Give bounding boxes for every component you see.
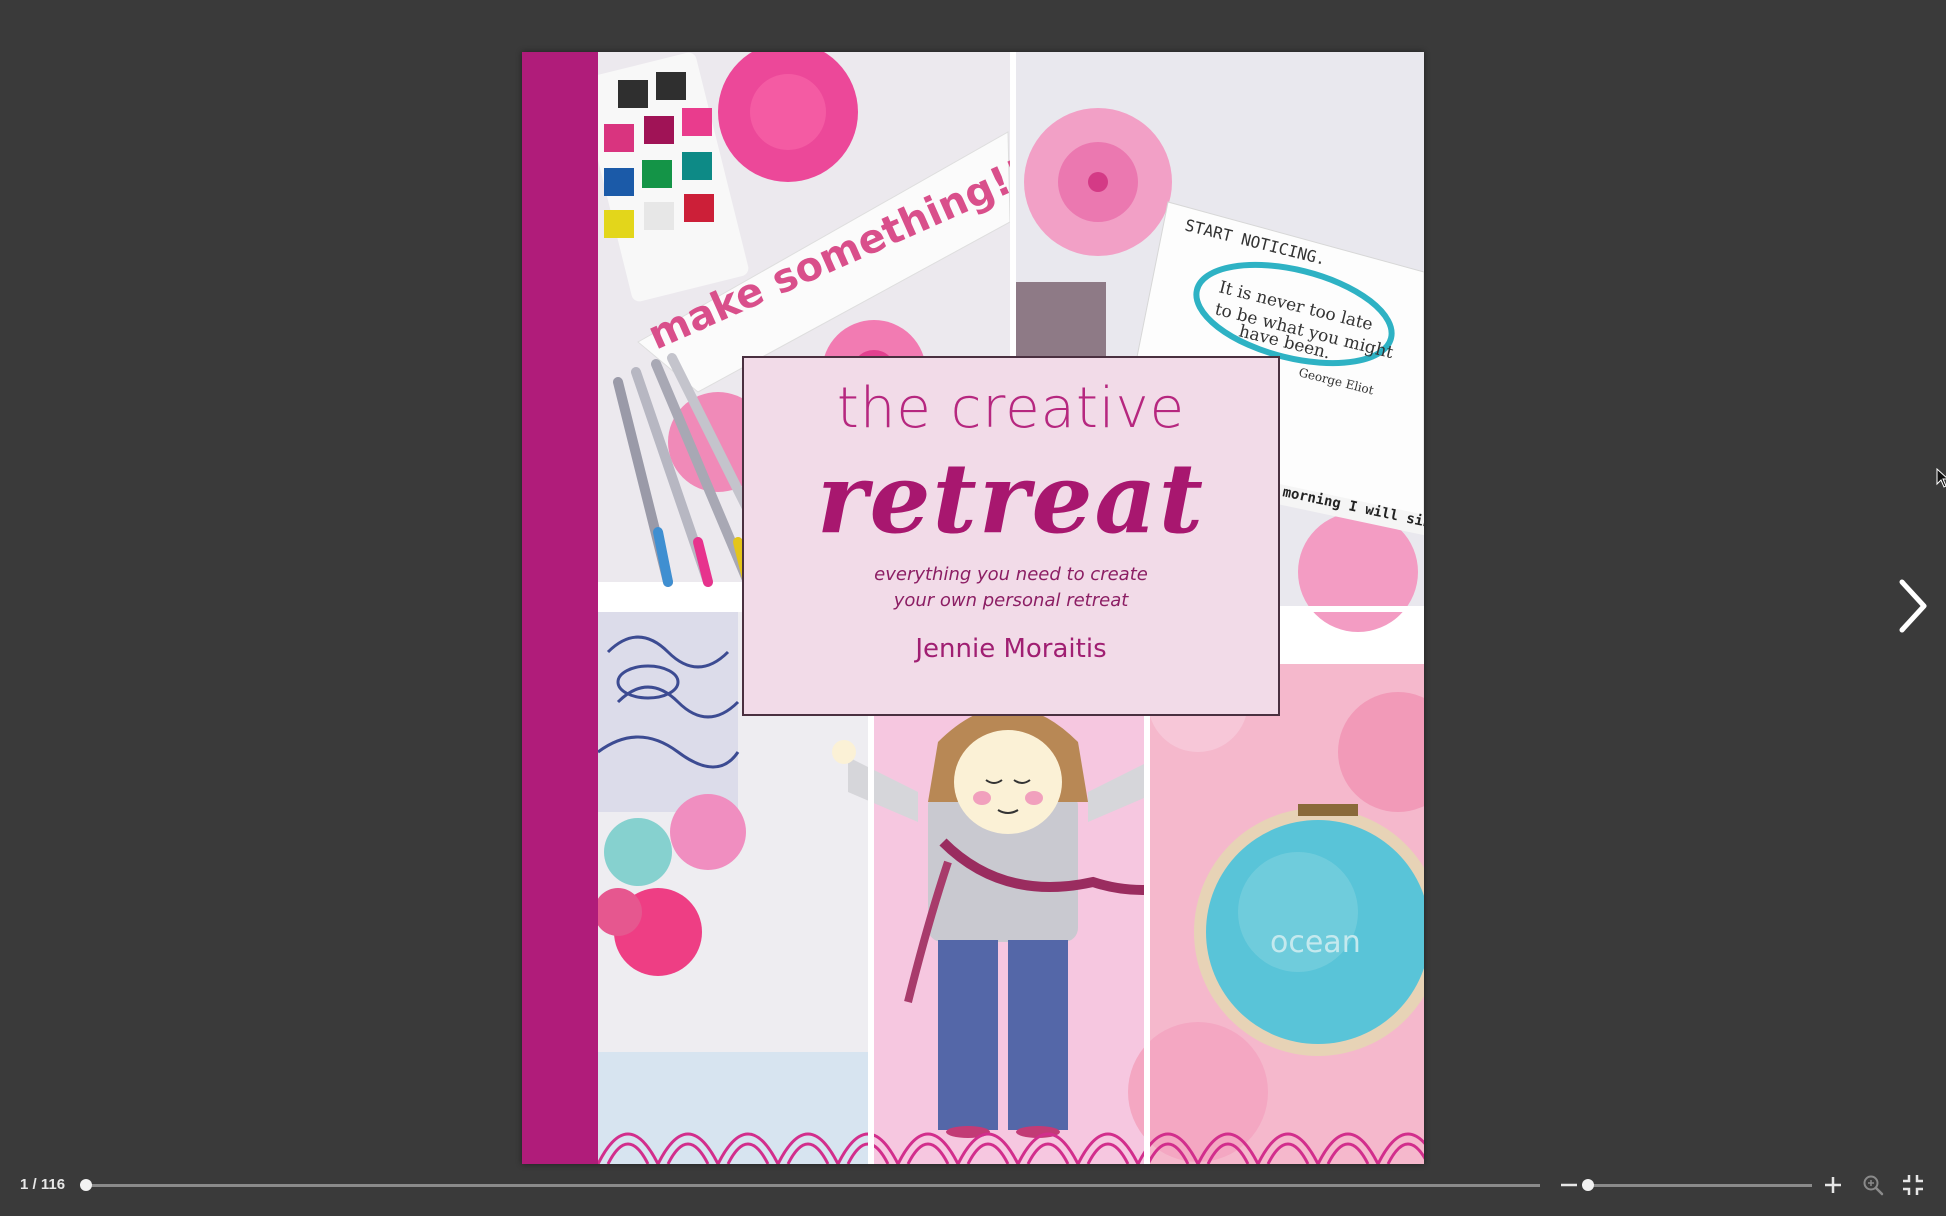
- zoom-slider[interactable]: [1582, 1179, 1812, 1191]
- book-cover-page[interactable]: make something!! START NOTICING. It is n…: [522, 52, 1424, 1164]
- chevron-right-icon[interactable]: [1892, 576, 1932, 636]
- book-title-line1: the creative: [836, 376, 1186, 441]
- viewer-toolbar: 1 / 116: [0, 1170, 1946, 1200]
- exit-fullscreen-icon[interactable]: [1900, 1172, 1926, 1198]
- book-subtitle: everything you need to create your own p…: [804, 562, 1218, 614]
- cover-spine-band: [522, 52, 598, 1164]
- minus-icon[interactable]: [1556, 1172, 1582, 1198]
- document-viewer: make something!! START NOTICING. It is n…: [0, 0, 1946, 1216]
- page-progress-slider[interactable]: [80, 1179, 1540, 1191]
- book-subtitle-line1: everything you need to create: [874, 564, 1148, 585]
- plus-icon[interactable]: [1820, 1172, 1846, 1198]
- cover-title-box: the creative retreat everything you need…: [742, 356, 1280, 716]
- zoom-slider-thumb[interactable]: [1582, 1179, 1594, 1191]
- mouse-pointer-icon: [1936, 468, 1946, 488]
- page-progress-thumb[interactable]: [80, 1179, 92, 1191]
- book-author: Jennie Moraitis: [915, 634, 1107, 664]
- zoom-search-icon[interactable]: [1860, 1172, 1886, 1198]
- book-subtitle-line2: your own personal retreat: [893, 590, 1129, 611]
- page-counter: 1 / 116: [20, 1176, 66, 1193]
- ocean-text: ocean: [1270, 925, 1361, 960]
- book-title-line2: retreat: [816, 442, 1206, 555]
